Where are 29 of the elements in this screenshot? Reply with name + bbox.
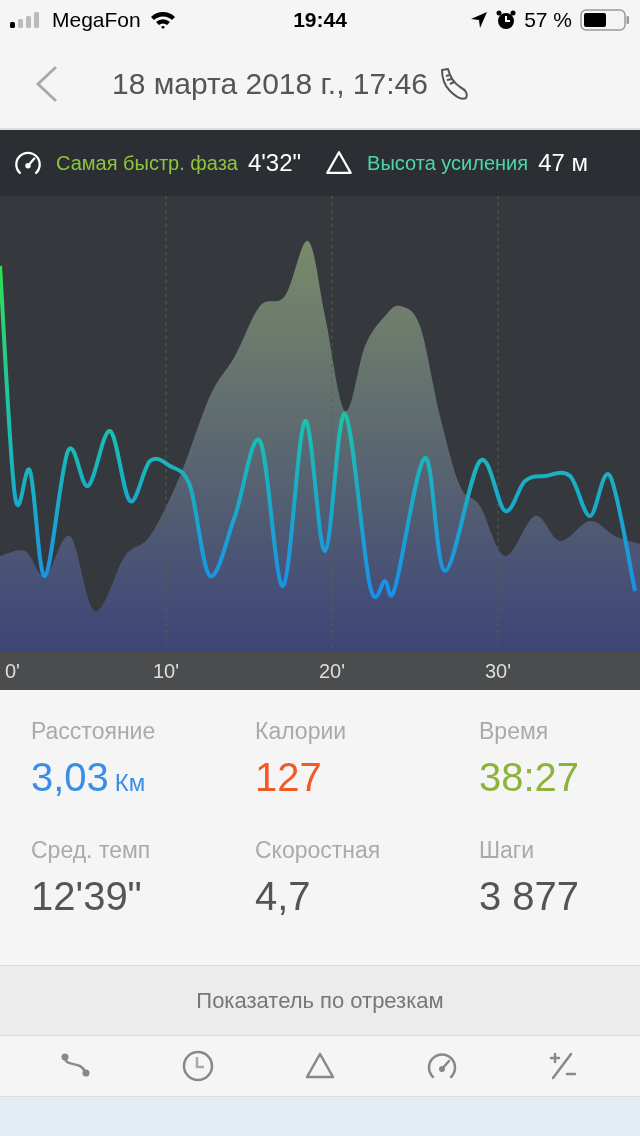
stat-label: Шаги <box>479 836 536 864</box>
segments-button[interactable]: Показатель по отрезкам <box>0 966 640 1036</box>
axis-tick-label: 0' <box>5 660 20 682</box>
carrier-name: MegaFon <box>52 8 141 32</box>
stat-value: 4,7 <box>255 873 311 919</box>
axis-tick-label: 30' <box>484 660 512 682</box>
axis-tick-label: 20' <box>318 660 346 682</box>
stat-value: 3 877 <box>479 873 580 919</box>
location-arrow-icon <box>470 11 489 29</box>
battery-icon <box>580 9 630 31</box>
clock-time: 19:44 <box>293 8 347 32</box>
stat-unit: Км <box>114 769 146 797</box>
stat-value: 3,03 <box>31 755 109 800</box>
metric-value: 4'32" <box>247 149 302 177</box>
stat-label: Сред. темп <box>31 836 152 864</box>
stat-value: 12'39" <box>31 873 142 919</box>
metric-label: Самая быстр. фаза <box>56 151 238 175</box>
stat-label: Скоростная <box>255 836 382 864</box>
metric-value: 47 м <box>538 149 588 177</box>
metric-label: Высота усиления <box>367 151 529 175</box>
stat-value: 127 <box>255 755 322 800</box>
stat-value: 38:27 <box>479 755 580 800</box>
stat-label: Калории <box>255 718 348 745</box>
stat-label: Время <box>479 718 550 745</box>
axis-tick-label: 10' <box>152 660 180 682</box>
stat-label: Расстояние <box>31 718 157 745</box>
alarm-icon <box>496 10 517 30</box>
battery-percent: 57 % <box>524 8 572 32</box>
workout-title: 18 марта 2018 г., 17:46 <box>112 67 428 101</box>
